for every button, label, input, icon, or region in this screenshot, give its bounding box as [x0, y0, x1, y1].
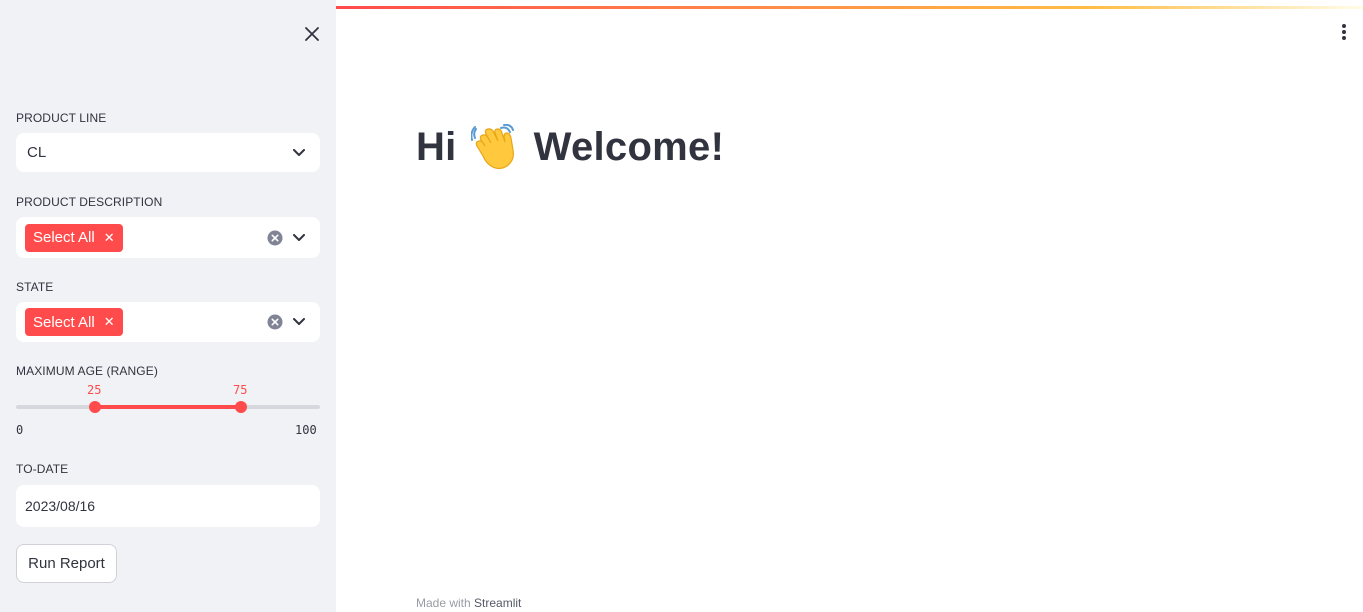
- age-range-slider-track[interactable]: [16, 405, 320, 409]
- page-title: Hi Welcome!: [416, 124, 724, 170]
- age-range-high-value: 75: [233, 383, 248, 397]
- main-menu-button[interactable]: [1336, 22, 1352, 42]
- remove-tag-icon[interactable]: ✕: [104, 314, 115, 330]
- chevron-down-icon[interactable]: [292, 231, 306, 245]
- to-date-input[interactable]: [16, 485, 320, 527]
- waving-hand-icon: [470, 124, 521, 170]
- state-label: STATE: [16, 280, 54, 294]
- age-range-low-thumb[interactable]: [89, 401, 101, 413]
- sidebar: PRODUCT LINE CL PRODUCT DESCRIPTION Sele…: [0, 0, 336, 612]
- tag-label: Select All: [33, 229, 95, 246]
- select-all-tag: Select All ✕: [25, 223, 123, 252]
- state-multiselect[interactable]: Select All ✕: [16, 302, 320, 342]
- footer: Made with Streamlit: [416, 596, 521, 610]
- tag-label: Select All: [33, 313, 95, 331]
- age-range-high-thumb[interactable]: [235, 401, 247, 413]
- chevron-down-icon[interactable]: [292, 315, 306, 329]
- close-sidebar-button[interactable]: [300, 22, 324, 46]
- to-date-label: TO-DATE: [16, 462, 69, 476]
- product-line-value: CL: [27, 144, 47, 161]
- more-vert-icon: [1342, 24, 1346, 28]
- clear-icon[interactable]: [267, 314, 283, 330]
- age-range-label: MAXIMUM AGE (RANGE): [16, 364, 158, 378]
- age-range-min-label: 0: [16, 423, 24, 437]
- product-description-label: PRODUCT DESCRIPTION: [16, 195, 163, 209]
- select-all-tag: Select All ✕: [25, 308, 123, 336]
- run-report-button[interactable]: Run Report: [16, 544, 117, 583]
- streamlit-link[interactable]: Streamlit: [474, 596, 521, 610]
- product-line-select[interactable]: CL: [16, 133, 320, 172]
- chevron-down-icon[interactable]: [292, 146, 306, 160]
- age-range-max-label: 100: [295, 423, 317, 437]
- product-description-multiselect[interactable]: Select All ✕: [16, 217, 320, 258]
- close-icon: [305, 27, 319, 41]
- clear-icon[interactable]: [267, 230, 283, 246]
- age-range-slider-fill: [95, 405, 241, 409]
- footer-prefix: Made with: [416, 596, 471, 610]
- remove-tag-icon[interactable]: ✕: [104, 230, 115, 246]
- greeting-word: Hi: [416, 124, 457, 169]
- welcome-word: Welcome!: [533, 124, 725, 169]
- product-line-label: PRODUCT LINE: [16, 111, 107, 125]
- age-range-low-value: 25: [87, 383, 102, 397]
